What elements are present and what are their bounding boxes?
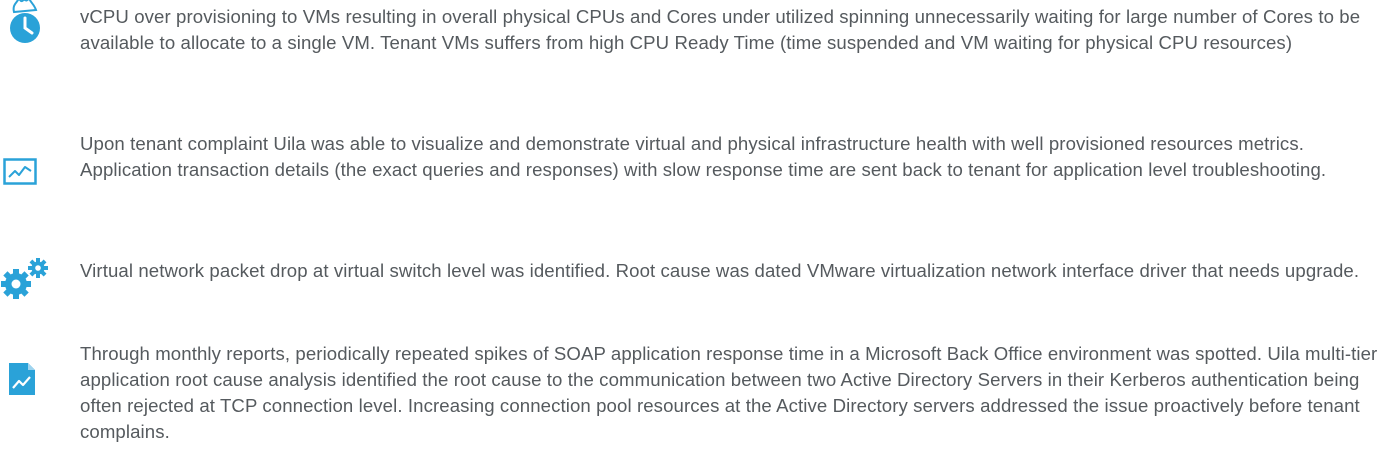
gears-icon <box>0 256 48 300</box>
case-text: vCPU over provisioning to VMs resulting … <box>80 6 1361 53</box>
clock-icon <box>6 0 50 43</box>
case-text: Virtual network packet drop at virtual s… <box>80 260 1360 281</box>
case-text: Upon tenant complaint Uila was able to v… <box>80 133 1327 180</box>
line-chart-icon <box>3 158 47 202</box>
case-text: Through monthly reports, periodically re… <box>80 343 1378 442</box>
report-icon <box>8 362 52 406</box>
